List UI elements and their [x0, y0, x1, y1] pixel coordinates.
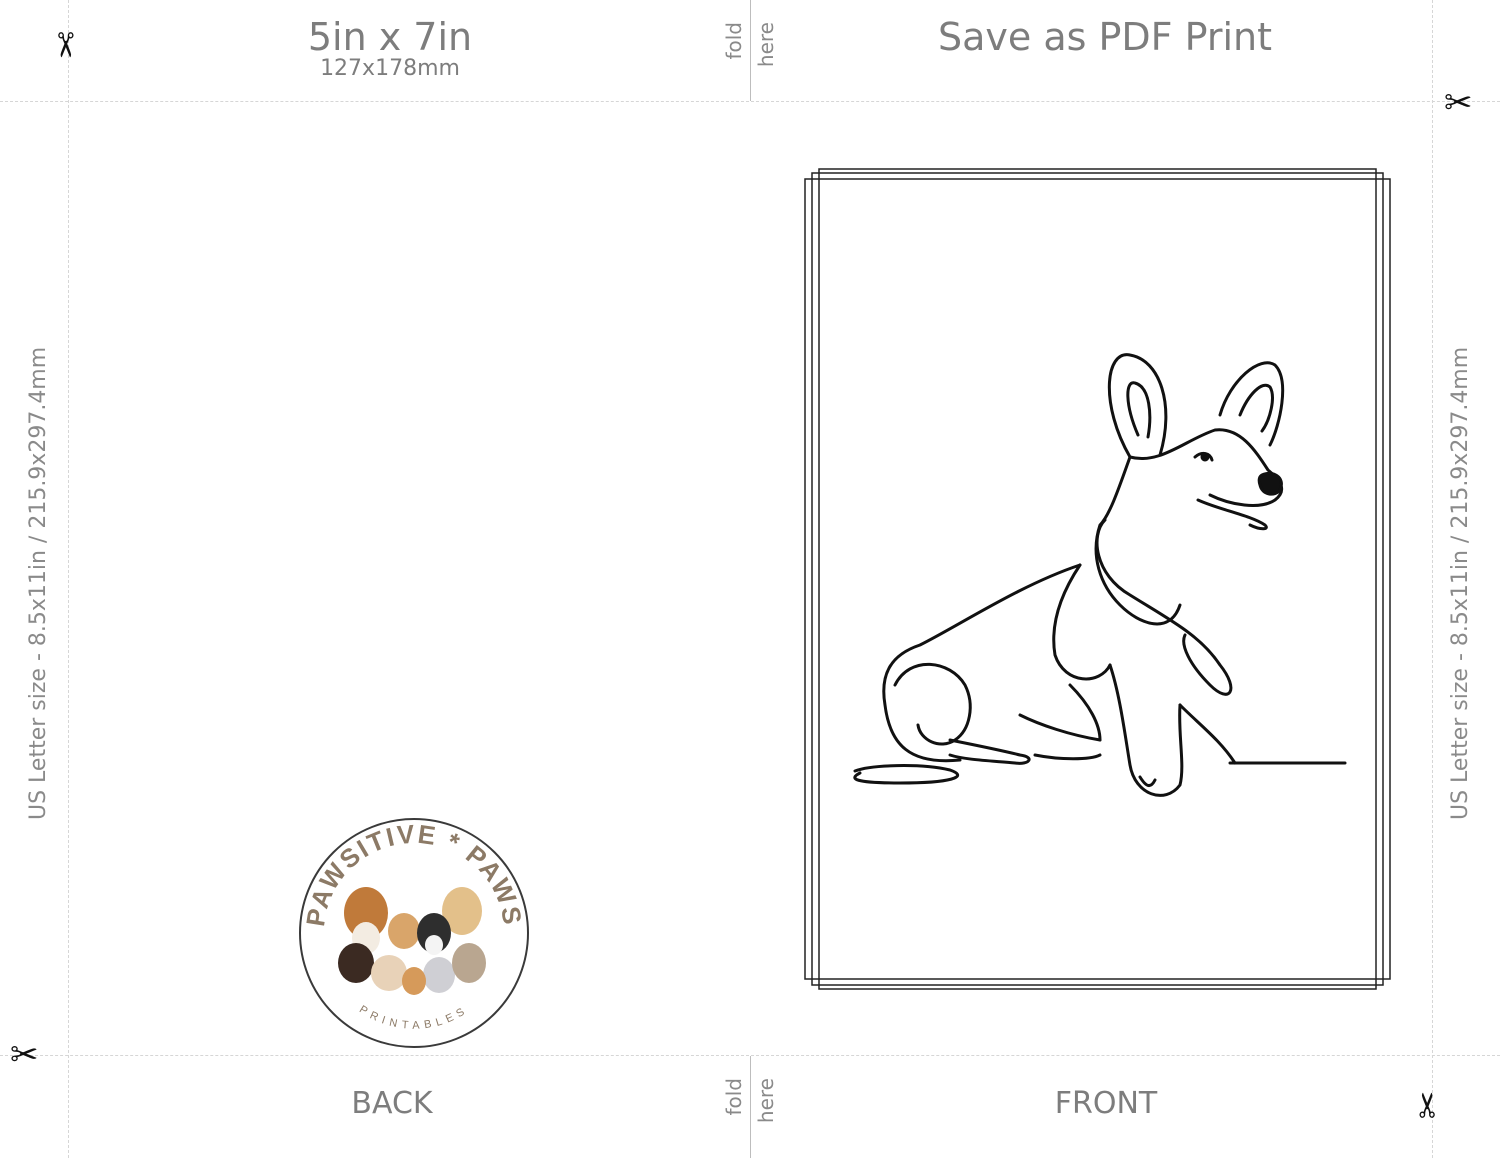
scissors-icon: ✂: [1444, 83, 1473, 123]
cut-guide-right: [1432, 0, 1433, 1158]
fold-line-top: [750, 0, 751, 101]
card-frame: [804, 168, 1391, 990]
back-label: BACK: [351, 1086, 433, 1121]
corgi-artwork: [804, 168, 1391, 990]
card-size-mm: 127x178mm: [320, 56, 460, 81]
scissors-icon: ✂: [1408, 1090, 1449, 1120]
pawsitive-paws-logo: PAWSITIVE * PAWS PRINTABLES: [299, 818, 529, 1048]
fold-line-bottom: [750, 1056, 751, 1158]
fold-label-bottom: fold: [722, 1078, 746, 1116]
front-label: FRONT: [1054, 1086, 1158, 1121]
scissors-icon: ✂: [44, 30, 85, 60]
cut-guide-left: [68, 0, 69, 1158]
paper-size-right: US Letter size - 8.5x11in / 215.9x297.4m…: [1448, 346, 1473, 820]
cut-guide-top: [0, 101, 1500, 102]
card-size-title: 5in x 7in: [307, 15, 473, 59]
save-instruction: Save as PDF Print: [937, 15, 1273, 59]
scissors-icon: ✂: [10, 1035, 39, 1075]
here-label-bottom: here: [754, 1078, 778, 1124]
fold-label-top: fold: [722, 22, 746, 60]
here-label-top: here: [754, 22, 778, 68]
paper-size-left: US Letter size - 8.5x11in / 215.9x297.4m…: [26, 346, 51, 820]
corgi-line-drawing: [853, 353, 1347, 797]
